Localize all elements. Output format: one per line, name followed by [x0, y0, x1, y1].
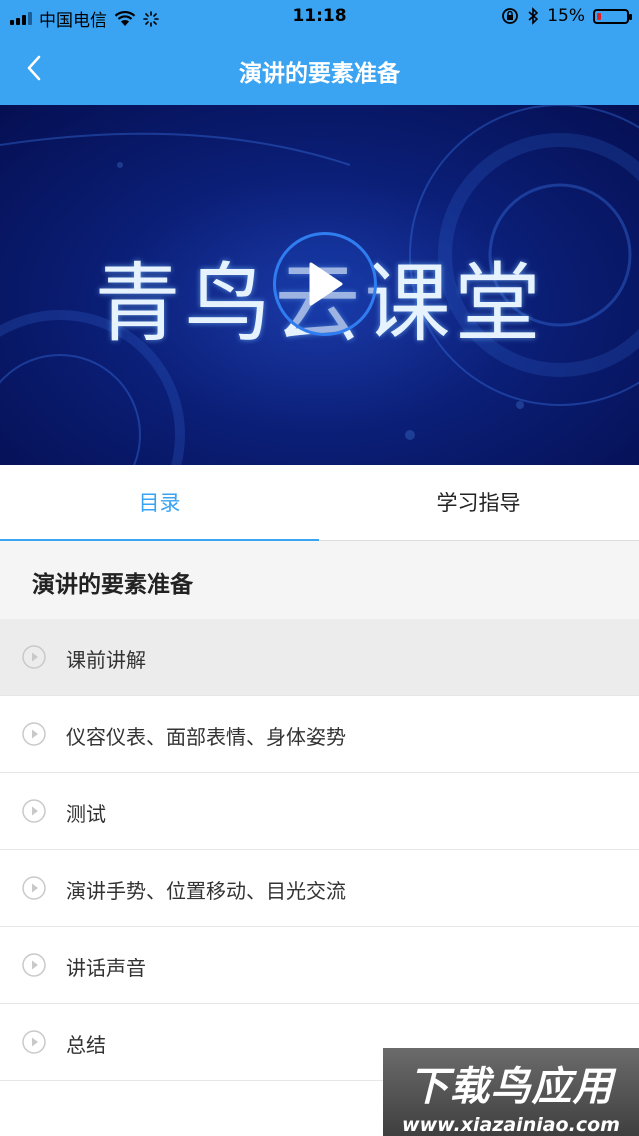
- play-circle-icon: [22, 722, 46, 746]
- watermark: 下载鸟应用 www.xiazainiao.com: [383, 1048, 639, 1136]
- play-circle-icon: [22, 799, 46, 823]
- status-right: 15%: [501, 6, 632, 26]
- list-item[interactable]: 讲话声音: [0, 927, 639, 1004]
- battery-level: [597, 12, 601, 20]
- watermark-title: 下载鸟应用: [408, 1064, 614, 1110]
- list-item[interactable]: 测试: [0, 773, 639, 850]
- list-item-label: 总结: [66, 1033, 106, 1057]
- play-circle-icon: [22, 953, 46, 977]
- section-header: 演讲的要素准备: [0, 541, 639, 619]
- tab-bar: 目录 学习指导: [0, 465, 639, 542]
- list-item[interactable]: 演讲手势、位置移动、目光交流: [0, 850, 639, 927]
- page-title: 演讲的要素准备: [239, 61, 400, 87]
- play-circle-icon: [22, 645, 46, 669]
- tab-study-guide[interactable]: 学习指导: [319, 465, 638, 541]
- list-item-label: 测试: [66, 802, 106, 826]
- play-button[interactable]: [273, 232, 377, 336]
- play-circle-icon: [22, 876, 46, 900]
- battery-icon: [593, 8, 632, 24]
- list-item-label: 课前讲解: [66, 648, 146, 672]
- list-item-label: 演讲手势、位置移动、目光交流: [66, 879, 346, 903]
- nav-bar: 演讲的要素准备: [0, 34, 639, 105]
- play-circle-icon: [22, 1030, 46, 1054]
- tab-catalog[interactable]: 目录: [0, 465, 319, 542]
- lesson-list: 课前讲解 仪容仪表、面部表情、身体姿势 测试 演讲手势、位置移动、目光交流 讲话…: [0, 619, 639, 1081]
- battery-percent: 15%: [547, 6, 585, 26]
- bluetooth-icon: [528, 7, 539, 25]
- video-player[interactable]: 青鸟云课堂: [0, 105, 639, 465]
- list-item-label: 仪容仪表、面部表情、身体姿势: [66, 725, 346, 749]
- list-item[interactable]: 课前讲解: [0, 619, 639, 696]
- list-item[interactable]: 仪容仪表、面部表情、身体姿势: [0, 696, 639, 773]
- play-icon: [309, 262, 343, 306]
- status-bar: 中国电信 11:18 15%: [0, 0, 639, 34]
- watermark-url: www.xiazainiao.com: [402, 1114, 620, 1136]
- section-title: 演讲的要素准备: [32, 572, 193, 598]
- rotation-lock-icon: [502, 8, 519, 24]
- list-item-label: 讲话声音: [66, 956, 146, 980]
